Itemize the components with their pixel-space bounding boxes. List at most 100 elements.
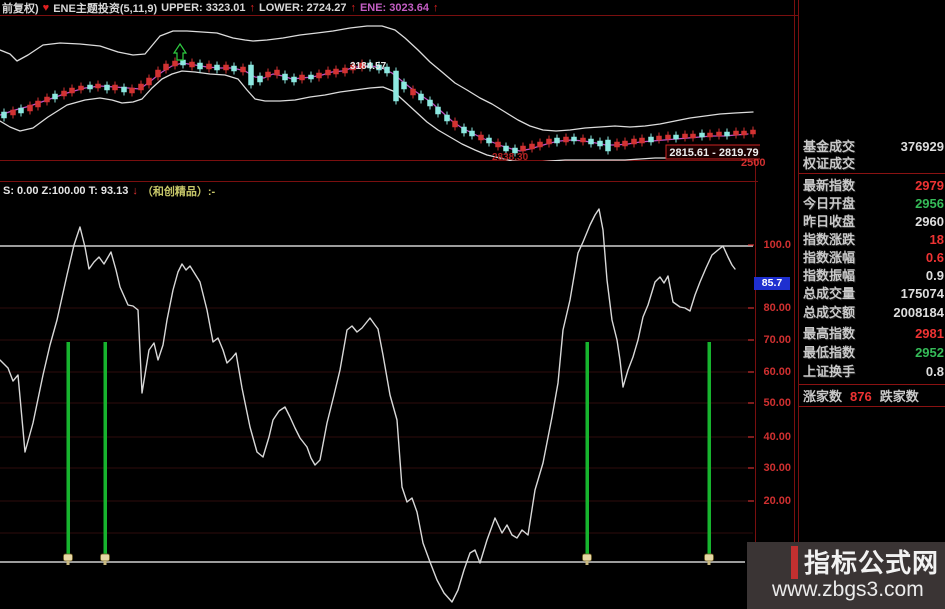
quote-row: 基金成交 376929 <box>803 139 944 155</box>
quote-row-label: 权证成交 <box>803 156 856 171</box>
candle-up <box>741 130 747 136</box>
signal-bar <box>585 342 589 557</box>
candle-down <box>18 107 24 114</box>
candle-down <box>427 99 433 107</box>
signal-marker-icon <box>63 553 73 562</box>
candle-down <box>121 86 127 93</box>
candle-up <box>95 83 101 89</box>
candle-up <box>206 63 212 70</box>
quote-row-label: 昨日收盘 <box>803 214 856 229</box>
axis-tick-label: 100.0 <box>763 239 791 251</box>
quote-row-label: 最低指数 <box>803 345 856 360</box>
quote-row: 总成交量 175074 <box>803 286 944 302</box>
candle-down <box>308 74 314 80</box>
quote-separator-top <box>799 173 945 174</box>
quote-row-value: 175074 <box>900 286 944 301</box>
candle-down <box>588 138 594 145</box>
axis-tick-label: 50.00 <box>763 397 791 409</box>
quote-row-value: 2960 <box>915 214 944 229</box>
candle-down <box>401 81 407 90</box>
candle-down <box>554 137 560 144</box>
candle-down <box>180 59 186 66</box>
current-value-badge: 85.7 <box>754 277 790 290</box>
candle-down <box>648 136 654 143</box>
quote-row: 昨日收盘 2960 <box>803 214 944 230</box>
candlestick-chart[interactable]: 3184.572838.30 2815.61 - 2819.79 <box>0 15 760 161</box>
buy-signal-icon <box>172 42 188 61</box>
quote-row-value: 0.6 <box>925 250 944 265</box>
quote-row: 权证成交 <box>803 156 944 172</box>
quote-row-value: 376929 <box>900 139 944 154</box>
candle-up <box>163 63 169 71</box>
candle-down <box>461 126 467 134</box>
axis-tick-label: 60.00 <box>763 366 791 378</box>
quote-row: 指数涨跌 18 <box>803 232 944 248</box>
signal-marker-icon <box>704 553 714 562</box>
quote-row: 最高指数 2981 <box>803 326 944 342</box>
candle-down <box>1 111 7 119</box>
candle-up <box>690 133 696 139</box>
indicator-info-segment: ↑ <box>350 2 356 14</box>
axis-tick-label: 30.00 <box>763 462 791 474</box>
quote-row-value: 2956 <box>915 196 944 211</box>
candle-down <box>231 65 237 72</box>
candle-up <box>520 145 526 152</box>
candle-up <box>665 134 671 140</box>
quote-row-value: 0.8 <box>925 364 944 379</box>
quote-row-value: 0.9 <box>925 268 944 283</box>
quote-row-label: 基金成交 <box>803 139 856 154</box>
candle-up <box>240 66 246 73</box>
site-logo: 指标公式网 www.zbgs3.com <box>747 542 945 609</box>
quote-row: 最新指数 2979 <box>803 178 944 194</box>
decliners-label: 跌家数 <box>879 389 919 404</box>
candle-up <box>622 140 628 147</box>
candle-down <box>291 76 297 83</box>
candle-up <box>316 72 322 79</box>
indicator-info-segment: ENE: 3023.64 <box>359 2 430 14</box>
candle-down <box>282 73 288 81</box>
candle-down <box>248 64 254 86</box>
candle-down <box>52 93 58 100</box>
indicator-info-segment: ↑ <box>433 2 439 14</box>
candle-up <box>265 71 271 78</box>
quote-row: 总成交额 2008184 <box>803 305 944 321</box>
candle-up <box>495 141 501 148</box>
candle-up <box>78 85 84 91</box>
index-quote-panel[interactable]: 基金成交 376929 权证成交最新指数 2979 今日开盘 2956 昨日收盘 2960 指数… <box>799 0 945 542</box>
candle-up <box>299 74 305 81</box>
indicator-info-segment: 前复权) <box>2 3 39 15</box>
logo-url: www.zbgs3.com <box>772 578 924 601</box>
candle-up <box>61 90 67 97</box>
candle-up <box>580 137 586 143</box>
quote-row-label: 总成交额 <box>803 305 856 320</box>
quote-row-label: 指数涨幅 <box>803 250 856 265</box>
candle-down <box>435 106 441 115</box>
signal-bar <box>103 342 107 557</box>
candle-down <box>418 93 424 101</box>
logo-title: 指标公式网 <box>804 548 940 578</box>
advancers-decliners-row: 涨家数 876 跌家数 <box>803 389 945 405</box>
candle-up <box>529 143 535 150</box>
quote-row: 指数涨幅 0.6 <box>803 250 944 266</box>
candle-up <box>155 69 161 78</box>
candle-down <box>605 139 611 152</box>
candle-up <box>563 136 569 143</box>
quote-row-value: 18 <box>929 232 944 247</box>
candle-up <box>733 130 739 136</box>
candle-down <box>87 84 93 90</box>
signal-marker-icon <box>582 553 592 562</box>
candle-up <box>716 131 722 137</box>
candle-up <box>707 132 713 138</box>
candle-up <box>172 60 178 67</box>
signal-marker-icon <box>100 553 110 562</box>
candle-down <box>214 64 220 71</box>
candle-up <box>614 141 620 148</box>
logo-red-stripe <box>791 546 798 579</box>
quote-row-label: 最高指数 <box>803 326 856 341</box>
quote-row-label: 指数振幅 <box>803 268 856 283</box>
quote-row: 上证换手 0.8 <box>803 364 944 380</box>
oscillator-chart[interactable] <box>0 181 758 609</box>
candle-up <box>35 100 41 108</box>
quote-row: 今日开盘 2956 <box>803 196 944 212</box>
price-label: 2838.30 <box>492 152 529 161</box>
